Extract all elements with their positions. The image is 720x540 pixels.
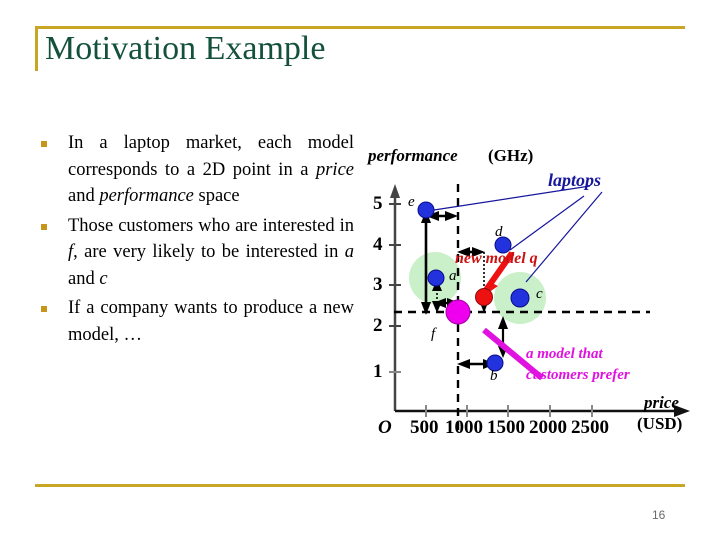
data-point-a <box>427 269 445 287</box>
x-tick-label-500: 500 <box>410 417 439 438</box>
list-item: If a company wants to produce a new mode… <box>36 295 354 348</box>
y-tick-label-5: 5 <box>373 193 383 214</box>
point-label-f: f <box>431 326 436 342</box>
y-tick-label-4: 4 <box>373 234 383 255</box>
list-item: In a laptop market, each model correspon… <box>36 130 354 210</box>
x-tick-label-2500: 2500 <box>571 417 609 438</box>
bullet-list: In a laptop market, each model correspon… <box>36 130 354 351</box>
bullet-square-icon <box>41 223 47 230</box>
list-item: Those customers who are interested in f,… <box>36 213 354 293</box>
x-axis-title: price <box>644 393 679 412</box>
origin-label: O <box>378 417 392 438</box>
data-point-q <box>475 288 493 306</box>
annotation-laptops: laptops <box>548 170 602 190</box>
point-label-d: d <box>495 224 503 240</box>
x-tick-label-1000: 1000 <box>445 417 483 438</box>
bullet-text-1: In a laptop market, each model correspon… <box>68 133 354 206</box>
data-point-f <box>445 299 471 325</box>
slide-number: 16 <box>652 508 666 522</box>
data-point-c <box>510 288 530 308</box>
y-tick-label-3: 3 <box>373 274 383 295</box>
bullet-text-2: Those customers who are interested in f,… <box>68 215 354 289</box>
footer-rule <box>35 484 685 487</box>
annotation-prefer: a model that customers prefer <box>526 344 630 386</box>
y-axis-title: performance <box>368 146 458 165</box>
annotation-prefer-line1: a model that <box>526 346 603 362</box>
x-tick-label-2000: 2000 <box>529 417 567 438</box>
slide-canvas: Motivation Example In a laptop market, e… <box>0 0 720 540</box>
page-title: Motivation Example <box>45 30 326 67</box>
point-label-b: b <box>490 368 498 384</box>
data-point-e <box>417 201 435 219</box>
annotation-new-model: new model q <box>455 250 538 267</box>
x-tick-label-1500: 1500 <box>487 417 525 438</box>
title-left-rule <box>35 26 38 71</box>
annotation-prefer-line2: customers prefer <box>526 367 630 383</box>
arrowhead-e-right-icon <box>445 211 458 221</box>
y-tick-label-1: 1 <box>373 361 383 382</box>
y-tick-label-2: 2 <box>373 315 383 336</box>
bullet-text-3: If a company wants to produce a new mode… <box>68 298 354 345</box>
bullet-square-icon <box>41 306 47 312</box>
y-axis-arrow-icon <box>390 184 400 198</box>
leader-line-c <box>525 191 603 283</box>
y-axis-unit: (GHz) <box>488 146 534 165</box>
bullet-square-icon <box>41 141 47 147</box>
price-performance-scatter-figure: 5 4 3 2 1 500 1000 1500 2000 2500 O perf… <box>360 140 710 445</box>
point-label-e: e <box>408 194 415 210</box>
point-label-a: a <box>449 268 457 284</box>
x-axis-unit: (USD) <box>637 414 683 433</box>
point-label-c: c <box>536 286 543 302</box>
leader-line-d <box>509 195 585 251</box>
